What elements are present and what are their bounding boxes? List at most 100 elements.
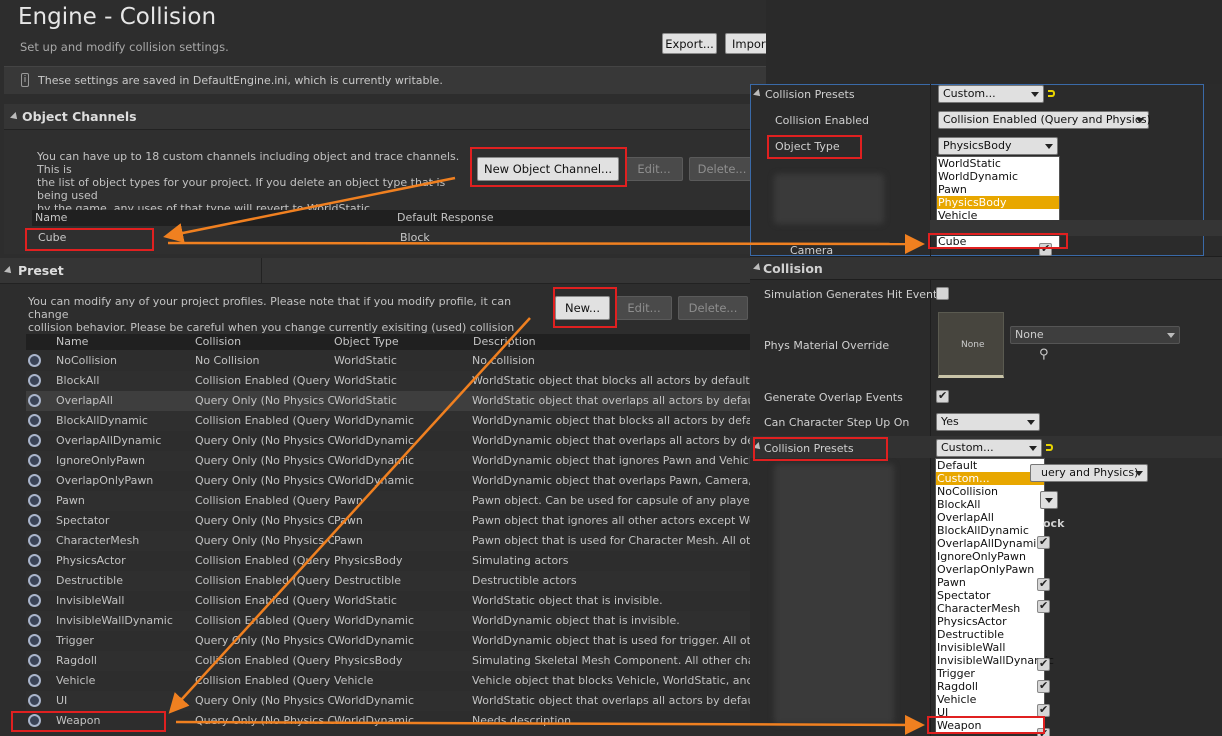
reset-to-default-icon[interactable] bbox=[1048, 90, 1055, 97]
dropdown-option[interactable]: BlockAll bbox=[936, 498, 1044, 511]
preset-row-invisiblewalldynamic[interactable]: InvisibleWallDynamic Collision Enabled (Q… bbox=[26, 611, 750, 631]
collision-presets-combo[interactable]: Custom... bbox=[938, 85, 1044, 103]
preset-row-ui[interactable]: UI Query Only (No Physics Col WorldDynamic… bbox=[26, 691, 750, 711]
response-checkbox[interactable] bbox=[1037, 658, 1050, 671]
object-type-combo-partial[interactable] bbox=[1040, 491, 1058, 509]
dropdown-option[interactable]: OverlapAllDynamic bbox=[936, 537, 1044, 550]
preset-row-vehicle[interactable]: VehicleCollision Enabled (Query andVehic… bbox=[26, 671, 750, 691]
preset-object-type: WorldStatic bbox=[334, 374, 472, 387]
delete-preset-button[interactable]: Delete... bbox=[678, 296, 748, 320]
preset-description: Simulating Skeletal Mesh Component. All … bbox=[472, 654, 750, 667]
collision-presets-combo-bottom[interactable]: Custom... bbox=[936, 439, 1042, 457]
dropdown-option[interactable]: InvisibleWall bbox=[936, 641, 1044, 654]
preset-object-type: WorldStatic bbox=[334, 394, 472, 407]
phys-material-combo[interactable]: None bbox=[1010, 326, 1180, 344]
delete-channel-button[interactable]: Delete... bbox=[689, 157, 755, 181]
combo-value: Collision Enabled (Query and Physics) bbox=[943, 113, 1151, 126]
dropdown-option[interactable]: Ragdoll bbox=[936, 680, 1044, 693]
response-checkbox[interactable] bbox=[1037, 578, 1050, 591]
chevron-down-icon bbox=[1136, 118, 1144, 123]
sim-hit-events-checkbox[interactable] bbox=[936, 287, 949, 300]
dropdown-option[interactable]: Vehicle bbox=[936, 693, 1044, 706]
preset-collision: Query Only (No Physics Col bbox=[195, 474, 334, 487]
collision-enabled-combo-partial[interactable]: uery and Physics) bbox=[1030, 464, 1148, 482]
preset-row-destructible[interactable]: DestructibleCollision Enabled (Query and… bbox=[26, 571, 750, 591]
preset-row-blockalldynamic[interactable]: BlockAllDynamic Collision Enabled (Query … bbox=[26, 411, 750, 431]
dropdown-option[interactable]: Pawn bbox=[936, 576, 1044, 589]
preset-collision: Collision Enabled (Query and bbox=[195, 654, 334, 667]
col-response-header: Default Response bbox=[397, 211, 494, 224]
preset-row-ragdoll[interactable]: Ragdoll Collision Enabled (Query andPhysi… bbox=[26, 651, 750, 671]
dropdown-option[interactable]: Default bbox=[936, 459, 1044, 472]
collision-section-header[interactable]: Collision bbox=[750, 256, 1222, 280]
import-button[interactable]: Import bbox=[725, 33, 766, 54]
preset-row-blockall[interactable]: BlockAllCollision Enabled (Query andWorl… bbox=[26, 371, 750, 391]
overlap-events-checkbox[interactable] bbox=[936, 390, 949, 403]
object-channels-header[interactable]: Object Channels bbox=[4, 104, 766, 130]
dropdown-option[interactable]: CharacterMesh bbox=[936, 602, 1044, 615]
preset-row-charactermesh[interactable]: CharacterMesh Query Only (No Physics Col P… bbox=[26, 531, 750, 551]
step-up-label: Can Character Step Up On bbox=[764, 416, 909, 429]
profile-gear-icon bbox=[28, 554, 41, 567]
preset-row-ignoreonlypawn[interactable]: IgnoreOnlyPawn Query Only (No Physics Col… bbox=[26, 451, 750, 471]
dropdown-option[interactable]: Spectator bbox=[936, 589, 1044, 602]
preset-object-type: WorldDynamic bbox=[334, 414, 472, 427]
response-checkbox[interactable] bbox=[1037, 680, 1050, 693]
profile-gear-icon bbox=[28, 354, 41, 367]
dropdown-option[interactable]: Custom... bbox=[936, 472, 1044, 485]
response-checkbox[interactable] bbox=[1037, 536, 1050, 549]
collapse-arrow-icon bbox=[4, 266, 14, 276]
preset-row-spectator[interactable]: Spectator Query Only (No Physics Col Pawn P… bbox=[26, 511, 750, 531]
collapse-arrow-icon bbox=[753, 263, 763, 273]
profile-gear-icon bbox=[28, 494, 41, 507]
preset-collision: Query Only (No Physics Col bbox=[195, 714, 334, 727]
dropdown-option[interactable]: NoCollision bbox=[936, 485, 1044, 498]
phys-material-thumbnail[interactable]: None bbox=[938, 312, 1004, 378]
response-checkbox[interactable] bbox=[1037, 600, 1050, 613]
dropdown-option[interactable]: Trigger bbox=[936, 667, 1044, 680]
edit-channel-button[interactable]: Edit... bbox=[625, 157, 683, 181]
preset-row-trigger[interactable]: Trigger Query Only (No Physics Col WorldDy… bbox=[26, 631, 750, 651]
chevron-down-icon bbox=[1027, 420, 1035, 425]
preset-row-invisiblewall[interactable]: InvisibleWall Collision Enabled (Query an… bbox=[26, 591, 750, 611]
preset-collision: Collision Enabled (Query and bbox=[195, 554, 334, 567]
preset-row-overlapalldynamic[interactable]: OverlapAllDynamic Query Only (No Physics … bbox=[26, 431, 750, 451]
preset-header[interactable]: Preset bbox=[0, 258, 766, 284]
col-name-header: Name bbox=[35, 211, 67, 224]
dropdown-option[interactable]: Destructible bbox=[936, 628, 1044, 641]
thumbnail-label: None bbox=[961, 340, 984, 350]
preset-name: CharacterMesh bbox=[56, 534, 191, 547]
page-subtitle: Set up and modify collision settings. bbox=[20, 40, 229, 54]
export-button[interactable]: Export... bbox=[662, 33, 717, 54]
dropdown-option[interactable]: WorldStatic bbox=[937, 157, 1059, 170]
collision-presets-dropdown[interactable]: Default Custom... NoCollision BlockAll Overl… bbox=[935, 458, 1045, 733]
reset-to-default-icon[interactable] bbox=[1046, 444, 1053, 451]
dropdown-option[interactable]: WorldDynamic bbox=[937, 170, 1059, 183]
preset-collision: Query Only (No Physics Col bbox=[195, 694, 334, 707]
collision-enabled-combo[interactable]: Collision Enabled (Query and Physics) bbox=[938, 111, 1149, 129]
preset-row-overlaponlypawn[interactable]: OverlapOnlyPawn Query Only (No Physics Co… bbox=[26, 471, 750, 491]
preset-object-type: WorldDynamic bbox=[334, 714, 472, 727]
dropdown-option[interactable]: BlockAllDynamic bbox=[936, 524, 1044, 537]
search-icon[interactable]: ⚲ bbox=[1039, 347, 1049, 362]
preset-row-physicsactor[interactable]: PhysicsActor Collision Enabled (Query and… bbox=[26, 551, 750, 571]
dropdown-option[interactable]: InvisibleWallDynamic bbox=[936, 654, 1044, 667]
preset-description: Needs description bbox=[472, 714, 750, 727]
profile-gear-icon bbox=[28, 614, 41, 627]
step-up-combo[interactable]: Yes bbox=[936, 413, 1040, 431]
dropdown-option[interactable]: IgnoreOnlyPawn bbox=[936, 550, 1044, 563]
object-type-combo[interactable]: PhysicsBody bbox=[938, 137, 1058, 155]
dropdown-option[interactable]: Pawn bbox=[937, 183, 1059, 196]
dropdown-option[interactable]: PhysicsActor bbox=[936, 615, 1044, 628]
dropdown-option[interactable]: OverlapOnlyPawn bbox=[936, 563, 1044, 576]
preset-row-nocollision[interactable]: NoCollision No Collision WorldStatic No col… bbox=[26, 351, 750, 371]
preset-row-overlapall[interactable]: OverlapAll Query Only (No Physics Col Worl… bbox=[26, 391, 750, 411]
collision-enabled-label: Collision Enabled bbox=[775, 114, 869, 127]
dropdown-option[interactable]: OverlapAll bbox=[936, 511, 1044, 524]
dropdown-option[interactable]: PhysicsBody bbox=[937, 196, 1059, 209]
preset-row-pawn[interactable]: PawnCollision Enabled (Query andPawnPawn… bbox=[26, 491, 750, 511]
preset-name: Ragdoll bbox=[56, 654, 191, 667]
preset-description: No collision bbox=[472, 354, 750, 367]
edit-preset-button[interactable]: Edit... bbox=[616, 296, 672, 320]
preset-object-type: WorldDynamic bbox=[334, 614, 472, 627]
